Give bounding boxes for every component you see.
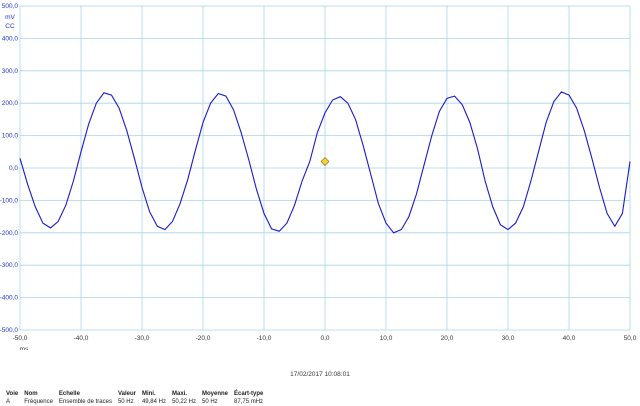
channel-measurements-table: Voie Nom Echelle Valeur Mini. Maxi. Moye… [6, 390, 269, 406]
y-tick-label: 400,0 [2, 35, 19, 42]
cell-voie: A [6, 399, 11, 405]
cell-echelle: Ensemble de traces [58, 399, 112, 405]
y-axis-labels: 500,0 400,0 300,0 200,0 100,0 0,0 -100,0 -200,0… [0, 3, 18, 334]
col-moyenne: Moyenne [202, 391, 229, 397]
y-tick-label: -200,0 [0, 230, 18, 237]
plot-grid [19, 5, 631, 331]
oscilloscope-plot[interactable]: 500,0 400,0 300,0 200,0 100,0 0,0 -100,0 -200,0… [0, 0, 640, 350]
x-tick-label: -10,0 [257, 335, 272, 342]
y-unit-label: mV [5, 14, 15, 21]
y-tick-label: 0,0 [9, 165, 18, 172]
table-header-row: Voie Nom Echelle Valeur Mini. Maxi. Moye… [6, 390, 269, 398]
y-tick-label: -400,0 [0, 295, 18, 302]
x-tick-label: 40,0 [563, 335, 576, 342]
cell-ecart-type: 87,75 mHz [234, 399, 264, 405]
capture-timestamp: 17/02/2017 10:08:01 [290, 371, 350, 378]
cell-moyenne: 50 Hz [202, 399, 218, 405]
col-mini: Mini. [141, 391, 156, 397]
col-ecart-type: Écart-type [234, 391, 264, 397]
x-tick-label: 10,0 [380, 335, 393, 342]
col-valeur: Valeur [117, 391, 136, 397]
cell-valeur: 50 Hz [117, 399, 134, 405]
y-tick-label: -100,0 [0, 197, 18, 204]
y-coupling-label: CC [5, 23, 15, 30]
y-tick-label: 500,0 [2, 3, 19, 10]
y-tick-label: -300,0 [0, 262, 18, 269]
cell-nom: Fréquence [24, 399, 53, 405]
cell-maxi: 50,22 Hz [171, 399, 196, 405]
x-axis-labels: -50,0 -40,0 -30,0 -20,0 -10,0 0,0 10,0 20,0 30,0… [13, 335, 637, 350]
x-tick-label: -50,0 [13, 335, 28, 342]
x-tick-label: 0,0 [320, 335, 329, 342]
x-tick-label: -40,0 [74, 335, 89, 342]
x-tick-label: -30,0 [135, 335, 150, 342]
y-tick-label: 200,0 [2, 100, 19, 107]
x-tick-label: 20,0 [441, 335, 454, 342]
cell-mini: 49,84 Hz [141, 399, 166, 405]
cursor-marker[interactable] [320, 157, 330, 166]
col-echelle: Echelle [58, 391, 80, 397]
y-tick-label: -500,0 [0, 327, 18, 334]
col-maxi: Maxi. [171, 391, 187, 397]
y-tick-label: 300,0 [2, 68, 19, 75]
y-tick-label: 100,0 [2, 133, 19, 140]
table-row[interactable]: A Fréquence Ensemble de traces 50 Hz 49,… [6, 398, 269, 406]
x-unit-label: ms [20, 346, 29, 350]
x-tick-label: 30,0 [502, 335, 515, 342]
x-tick-label: 50,0 [624, 335, 637, 342]
col-voie: Voie [6, 391, 19, 397]
col-nom: Nom [24, 391, 38, 397]
x-tick-label: -20,0 [196, 335, 211, 342]
